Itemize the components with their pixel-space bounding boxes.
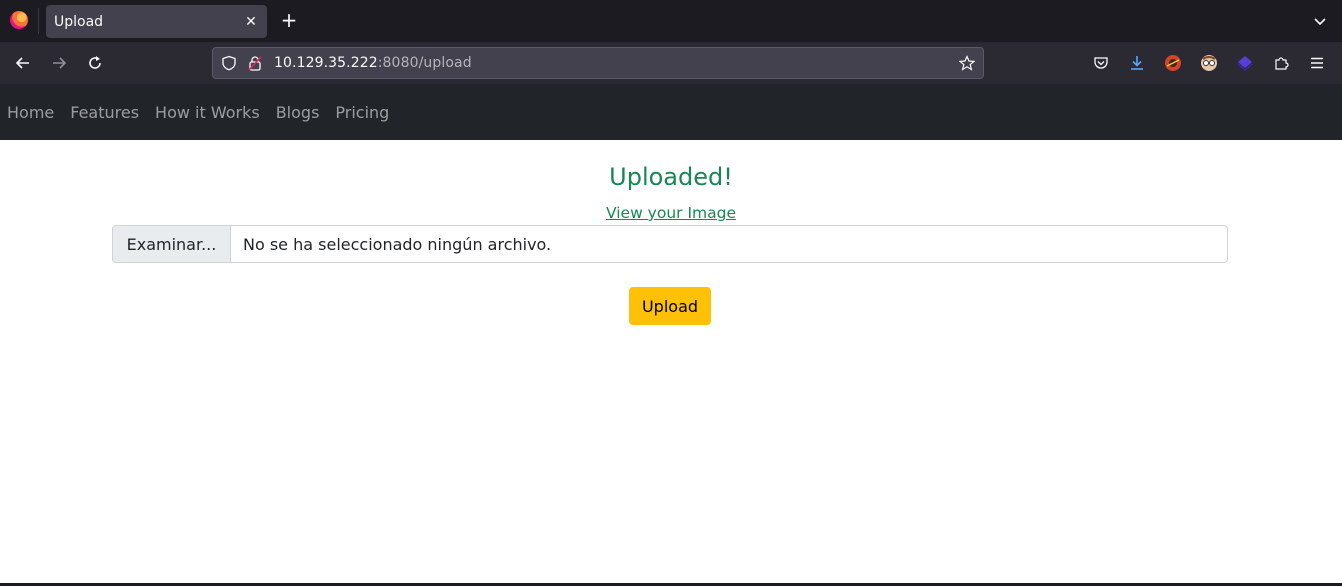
- browser-toolbar: 10.129.35.222:8080/upload: [0, 42, 1342, 84]
- reload-icon[interactable]: [81, 49, 109, 77]
- extension-2-icon[interactable]: [1199, 53, 1219, 73]
- chevron-down-icon[interactable]: [1308, 9, 1332, 33]
- view-link-container: View your Image: [0, 203, 1342, 222]
- url-host: 10.129.35.222: [274, 55, 378, 71]
- forward-icon[interactable]: [45, 49, 73, 77]
- upload-status-heading: Uploaded!: [609, 163, 733, 191]
- browser-tab-bar: Upload ✕ +: [0, 0, 1342, 42]
- url-path: :8080/upload: [377, 55, 472, 71]
- shield-icon[interactable]: [220, 54, 238, 72]
- site-navbar: Home Features How it Works Blogs Pricing: [0, 84, 1342, 140]
- tab-title: Upload: [54, 13, 104, 30]
- extension-3-icon[interactable]: [1235, 53, 1255, 73]
- insecure-lock-icon[interactable]: [246, 54, 264, 72]
- upload-button[interactable]: Upload: [629, 287, 711, 325]
- extension-1-icon[interactable]: [1163, 53, 1183, 73]
- active-tab[interactable]: Upload ✕: [46, 5, 267, 38]
- back-icon[interactable]: [9, 49, 37, 77]
- star-icon[interactable]: [958, 54, 976, 72]
- nav-blogs[interactable]: Blogs: [276, 103, 320, 122]
- address-bar[interactable]: 10.129.35.222:8080/upload: [212, 47, 984, 79]
- tab-separator: [38, 8, 39, 34]
- tab-close-icon[interactable]: ✕: [239, 10, 263, 34]
- url-text: 10.129.35.222:8080/upload: [274, 55, 472, 71]
- nav-features[interactable]: Features: [70, 103, 139, 122]
- nav-home[interactable]: Home: [7, 103, 54, 122]
- file-status-text: No se ha seleccionado ningún archivo.: [243, 234, 552, 254]
- nav-how-it-works[interactable]: How it Works: [155, 103, 260, 122]
- browse-button[interactable]: Examinar...: [113, 226, 231, 262]
- menu-icon[interactable]: [1307, 53, 1327, 73]
- extensions-puzzle-icon[interactable]: [1271, 53, 1291, 73]
- file-input[interactable]: Examinar... No se ha seleccionado ningún…: [112, 225, 1228, 263]
- new-tab-button[interactable]: +: [277, 8, 301, 32]
- pocket-icon[interactable]: [1091, 53, 1111, 73]
- view-image-link[interactable]: View your Image: [606, 204, 736, 222]
- nav-pricing[interactable]: Pricing: [335, 103, 389, 122]
- firefox-logo-icon[interactable]: [10, 11, 28, 29]
- download-icon[interactable]: [1127, 53, 1147, 73]
